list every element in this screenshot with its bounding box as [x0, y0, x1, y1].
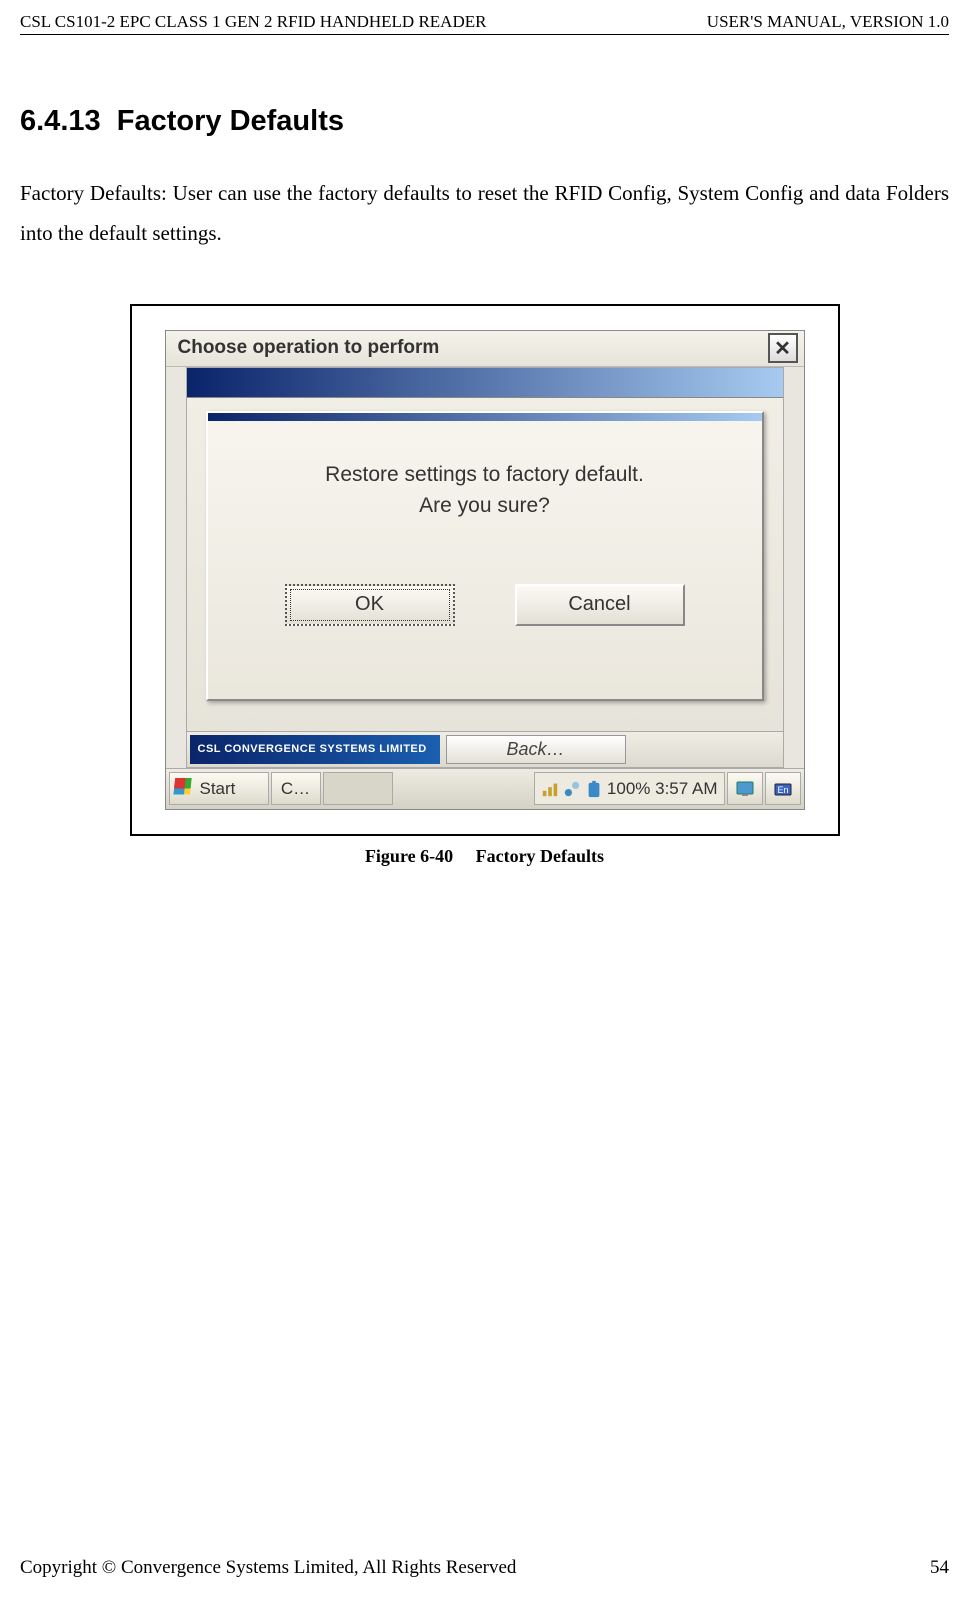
dialog-line1: Restore settings to factory default. [208, 459, 762, 491]
battery-icon [585, 780, 603, 798]
confirm-dialog: Restore settings to factory default. Are… [206, 411, 764, 701]
cancel-button-label: Cancel [568, 593, 630, 616]
back-button[interactable]: Back… [446, 735, 626, 764]
ok-button-label: OK [355, 593, 384, 616]
device-screen: Choose operation to perform ✕ Restore se… [165, 330, 805, 810]
system-tray[interactable]: 100% 3:57 AM [534, 772, 725, 805]
taskbar-item-blank[interactable] [323, 772, 393, 805]
windows-icon [174, 778, 196, 800]
close-button[interactable]: ✕ [768, 333, 798, 363]
cancel-button[interactable]: Cancel [515, 584, 685, 626]
start-button[interactable]: Start [169, 772, 269, 805]
close-icon: ✕ [774, 336, 791, 361]
desktop-icon [735, 779, 755, 799]
window-title: Choose operation to perform [178, 337, 440, 359]
tray-button-1[interactable] [727, 772, 763, 805]
figure-caption: Figure 6-40 Factory Defaults [365, 846, 604, 867]
app-bottom-bar: CSL CONVERGENCE SYSTEMS LIMITED Back… [186, 731, 784, 768]
dialog-line2: Are you sure? [208, 490, 762, 522]
section-title-text: Factory Defaults [117, 105, 344, 137]
window-titlebar: Choose operation to perform ✕ [166, 331, 804, 367]
footer-page-number: 54 [930, 1557, 949, 1579]
dialog-titlebar [208, 413, 762, 421]
dialog-text: Restore settings to factory default. Are… [208, 459, 762, 522]
figure: Choose operation to perform ✕ Restore se… [20, 304, 949, 867]
page-footer: Copyright © Convergence Systems Limited,… [20, 1557, 949, 1579]
header-left: CSL CS101-2 EPC CLASS 1 GEN 2 RFID HANDH… [20, 12, 486, 32]
tray-button-2[interactable]: En [765, 772, 801, 805]
network-icon [541, 780, 559, 798]
section-body: Factory Defaults: User can use the facto… [20, 174, 949, 254]
page-header: CSL CS101-2 EPC CLASS 1 GEN 2 RFID HANDH… [20, 12, 949, 35]
svg-text:En: En [777, 785, 788, 795]
dialog-buttons: OK Cancel [208, 584, 762, 626]
taskbar-item-c[interactable]: C… [271, 772, 321, 805]
ok-button[interactable]: OK [285, 584, 455, 626]
start-label: Start [200, 779, 236, 799]
inner-area: Restore settings to factory default. Are… [166, 367, 804, 809]
taskbar-item-c-label: C… [281, 779, 310, 799]
figure-number: Figure 6-40 [365, 846, 453, 866]
back-button-label: Back… [506, 739, 564, 760]
section-title: 6.4.13 Factory Defaults [20, 105, 949, 138]
keyboard-icon: En [773, 779, 793, 799]
tray-text: 100% 3:57 AM [607, 779, 718, 799]
taskbar: Start C… [166, 768, 804, 809]
csl-logo: CSL CONVERGENCE SYSTEMS LIMITED [190, 735, 440, 764]
connection-icon [563, 780, 581, 798]
figure-label: Factory Defaults [476, 846, 604, 866]
screenshot-frame: Choose operation to perform ✕ Restore se… [130, 304, 840, 836]
background-window-titlebar [187, 368, 783, 398]
section-number: 6.4.13 [20, 105, 101, 137]
footer-copyright: Copyright © Convergence Systems Limited,… [20, 1557, 516, 1579]
header-right: USER'S MANUAL, VERSION 1.0 [707, 12, 949, 32]
